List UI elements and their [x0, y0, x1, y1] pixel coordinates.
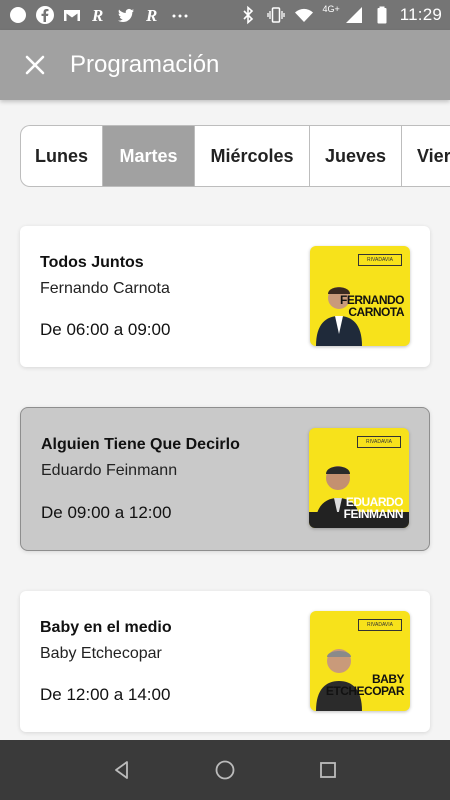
tab-label: Jueves	[324, 145, 387, 166]
r-app-icon: R	[143, 5, 163, 25]
show-title: Todos Juntos	[40, 254, 144, 271]
back-button[interactable]	[102, 750, 142, 790]
tab-miercoles[interactable]: Miércoles	[195, 126, 310, 186]
status-bar: R R 4G+ 11:29	[0, 0, 450, 30]
show-time: De 12:00 a 14:00	[40, 685, 171, 704]
svg-text:R: R	[145, 6, 157, 25]
tab-lunes[interactable]: Lunes	[21, 126, 103, 186]
show-time: De 09:00 a 12:00	[41, 503, 172, 522]
tab-label: Viernes	[417, 145, 450, 166]
program-card-selected[interactable]: Alguien Tiene Que Decirlo Eduardo Feinma…	[20, 407, 430, 551]
page-title: Programación	[70, 51, 220, 78]
twitter-icon	[116, 5, 136, 25]
close-button[interactable]	[0, 30, 70, 100]
host-name: Fernando Carnota	[40, 280, 170, 297]
app-bar: Programación	[0, 30, 450, 100]
show-title: Alguien Tiene Que Decirlo	[41, 436, 240, 453]
bluetooth-icon	[238, 5, 258, 25]
back-icon	[114, 761, 128, 779]
recents-icon	[320, 762, 337, 778]
home-icon	[215, 760, 235, 780]
vibrate-icon	[266, 5, 286, 25]
program-thumbnail: RIVADAVIA BABY ETCHECOPAR	[310, 611, 410, 711]
radio-logo: RIVADAVIA	[357, 436, 401, 448]
thumbnail-name: BABY ETCHECOPAR	[325, 672, 405, 698]
thumbnail-name: FERNANDO CARNOTA	[340, 293, 405, 319]
more-icon	[170, 5, 190, 25]
network-type: 4G+	[322, 4, 340, 14]
recents-button[interactable]	[308, 750, 348, 790]
facebook-icon	[35, 5, 55, 25]
show-title: Baby en el medio	[40, 619, 172, 636]
thumbnail-name: EDUARDO FEINMANN	[343, 495, 404, 521]
close-icon	[25, 55, 45, 75]
tab-jueves[interactable]: Jueves	[310, 126, 402, 186]
home-button[interactable]	[205, 750, 245, 790]
tab-viernes[interactable]: Viernes	[402, 126, 450, 186]
host-name: Eduardo Feinmann	[41, 462, 178, 479]
program-card[interactable]: Baby en el medio Baby Etchecopar De 12:0…	[20, 591, 430, 732]
host-photo	[316, 649, 362, 711]
system-nav-bar	[0, 740, 450, 800]
program-card[interactable]: Todos Juntos Fernando Carnota De 06:00 a…	[20, 226, 430, 367]
svg-text:R: R	[91, 6, 103, 25]
tab-label: Lunes	[34, 145, 88, 166]
tab-label: Martes	[119, 145, 178, 166]
notification-icons: R R	[8, 5, 190, 25]
circle-icon	[8, 5, 28, 25]
system-icons: 4G+ 11:29	[238, 4, 442, 25]
tab-martes[interactable]: Martes	[103, 126, 195, 186]
tab-label: Miércoles	[210, 145, 294, 166]
radio-logo: RIVADAVIA	[358, 254, 402, 266]
radio-logo: RIVADAVIA	[358, 619, 402, 631]
wifi-icon	[294, 5, 314, 25]
signal-icon	[344, 5, 364, 25]
host-name: Baby Etchecopar	[40, 645, 162, 662]
day-tabs: Lunes Martes Miércoles Jueves Viernes	[20, 125, 450, 187]
gmail-icon	[62, 5, 82, 25]
clock: 11:29	[399, 5, 442, 24]
program-thumbnail: RIVADAVIA EDUARDO FEINMANN	[309, 428, 409, 528]
r-app-icon: R	[89, 5, 109, 25]
program-thumbnail: RIVADAVIA FERNANDO CARNOTA	[310, 246, 410, 346]
show-time: De 06:00 a 09:00	[40, 320, 171, 339]
battery-icon	[372, 5, 392, 25]
